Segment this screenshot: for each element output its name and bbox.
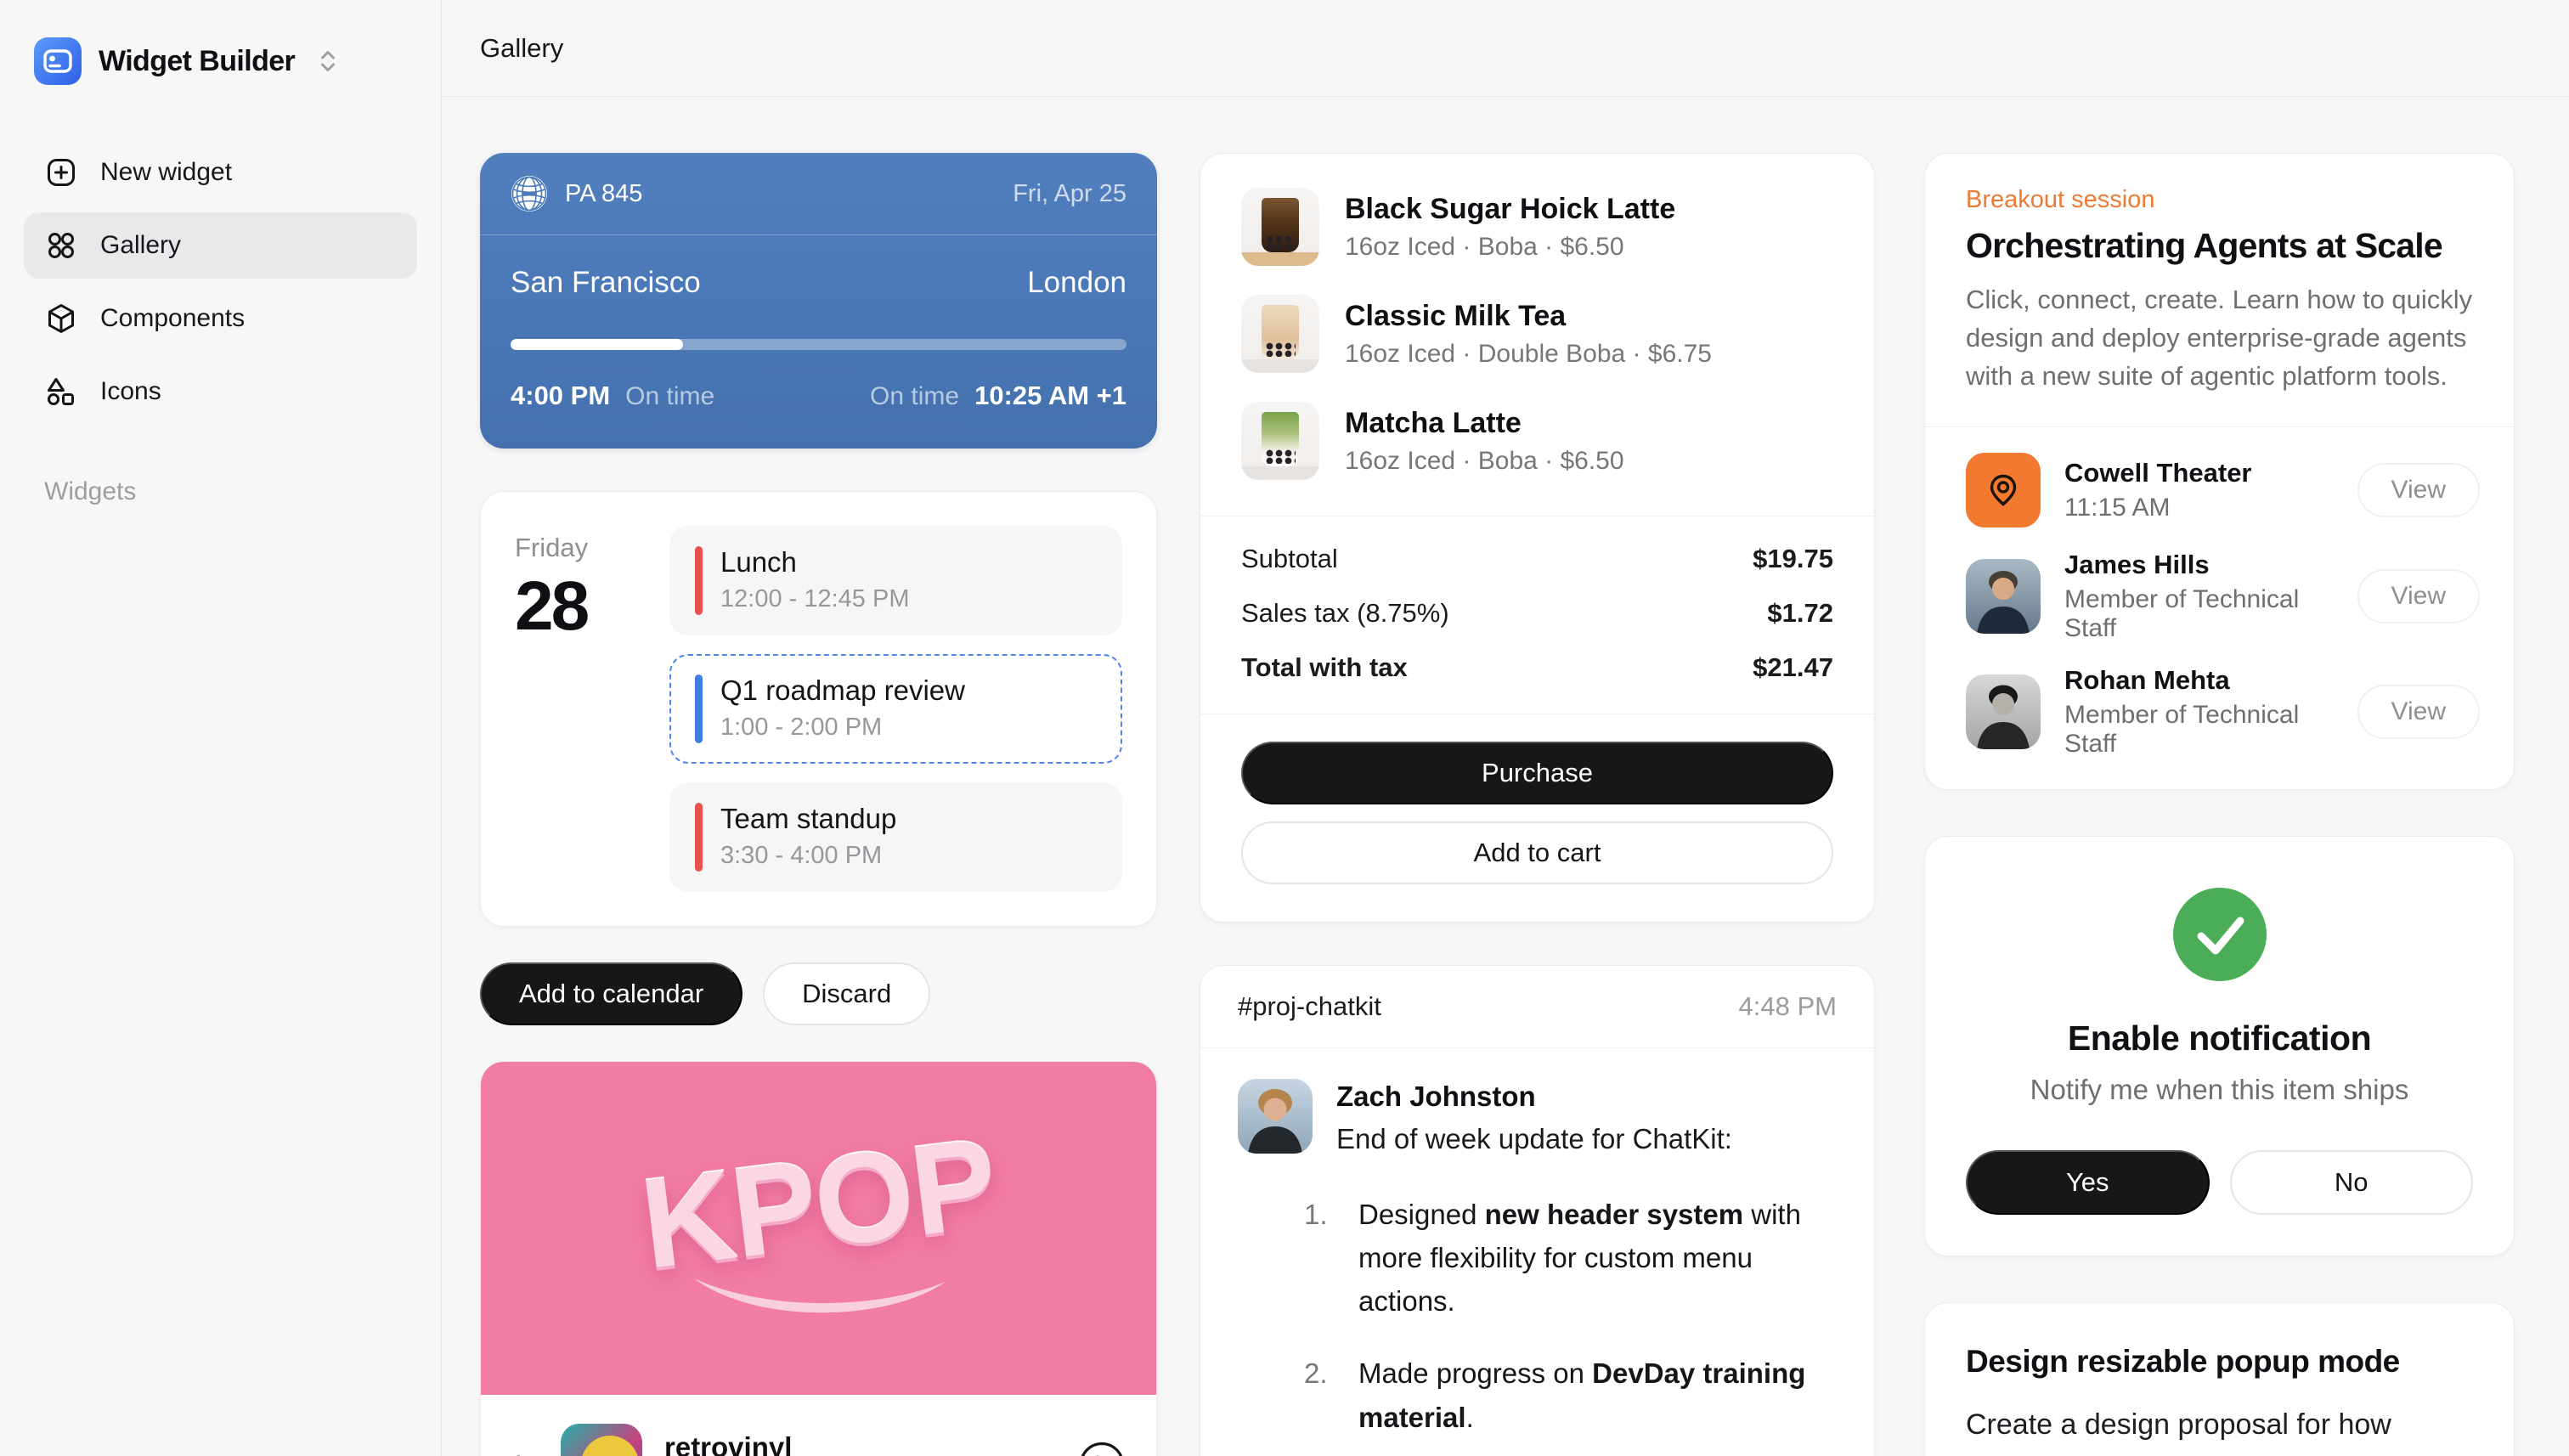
session-widget: Breakout session Orchestrating Agents at… xyxy=(1924,153,2515,790)
sidebar: Widget Builder New widget xyxy=(0,0,442,1456)
avatar xyxy=(1966,674,2041,749)
session-tag: Breakout session xyxy=(1966,186,2473,214)
event-color-bar xyxy=(695,674,703,743)
app-switcher[interactable]: Widget Builder xyxy=(24,31,417,92)
calendar-day-name: Friday xyxy=(515,533,647,563)
app-title: Widget Builder xyxy=(99,45,295,78)
channel-name: #proj-chatkit xyxy=(1238,991,1381,1022)
avatar xyxy=(1238,1079,1313,1154)
sidebar-item-components[interactable]: Components xyxy=(24,285,417,352)
origin-city: San Francisco xyxy=(511,266,701,300)
no-button[interactable]: No xyxy=(2230,1150,2474,1215)
calendar-day-number: 28 xyxy=(515,567,647,646)
playlist-widget: KPOP 1 retrovinyl Erik Mclean xyxy=(480,1061,1157,1456)
chevron-up-down-icon[interactable] xyxy=(319,48,337,74)
cube-icon xyxy=(44,302,78,336)
departure-status: On time xyxy=(625,382,714,411)
sidebar-item-label: Gallery xyxy=(100,231,181,260)
plus-square-icon xyxy=(44,155,78,189)
flight-progress-bar xyxy=(511,339,1126,350)
flight-date: Fri, Apr 25 xyxy=(1013,180,1126,208)
check-icon xyxy=(2173,888,2267,981)
task-widget: Design resizable popup mode Create a des… xyxy=(1924,1302,2515,1456)
sidebar-item-gallery[interactable]: Gallery xyxy=(24,212,417,279)
track-row: 1 retrovinyl Erik Mclean xyxy=(511,1408,1126,1456)
add-to-calendar-button[interactable]: Add to calendar xyxy=(480,962,742,1025)
sidebar-item-new-widget[interactable]: New widget xyxy=(24,139,417,206)
playlist-cover-title: KPOP xyxy=(634,1109,1003,1298)
arrival-status: On time xyxy=(870,382,959,411)
track-artwork xyxy=(561,1424,642,1456)
view-button[interactable]: View xyxy=(2357,685,2480,739)
view-button[interactable]: View xyxy=(2357,463,2480,517)
sidebar-item-label: New widget xyxy=(100,158,232,187)
notification-widget: Enable notification Notify me when this … xyxy=(1924,836,2515,1256)
flight-widget: PA 845 Fri, Apr 25 San Francisco London … xyxy=(480,153,1157,449)
message-timestamp: 4:48 PM xyxy=(1739,991,1837,1022)
sales-tax-row: Sales tax (8.75%) $1.72 xyxy=(1241,598,1833,629)
task-title: Design resizable popup mode xyxy=(1966,1344,2473,1380)
drink-photo xyxy=(1241,188,1319,266)
avatar xyxy=(1966,559,2041,634)
order-item: Black Sugar Hoick Latte 16oz Iced · Boba… xyxy=(1241,188,1833,266)
gallery-content: PA 845 Fri, Apr 25 San Francisco London … xyxy=(443,97,2569,1456)
task-body: Create a design proposal for how ChatKit… xyxy=(1966,1402,2473,1456)
drink-photo xyxy=(1241,295,1319,373)
flight-number: PA 845 xyxy=(565,180,642,208)
page-title: Gallery xyxy=(480,33,563,64)
main-area: Gallery xyxy=(443,0,2569,1456)
sidebar-nav: New widget Gallery Components xyxy=(24,139,417,425)
calendar-widget: Friday 28 Lunch 12:00 - 12:45 PM Q1 road… xyxy=(480,491,1157,927)
view-button[interactable]: View xyxy=(2357,569,2480,624)
page-header: Gallery xyxy=(443,0,2569,97)
session-title: Orchestrating Agents at Scale xyxy=(1966,226,2473,266)
sidebar-item-label: Icons xyxy=(100,377,161,406)
author-name: Zach Johnston xyxy=(1336,1079,1732,1113)
arrival-time: 10:25 AM +1 xyxy=(974,381,1126,411)
event-color-bar xyxy=(695,803,703,872)
session-description: Click, connect, create. Learn how to qui… xyxy=(1966,281,2473,396)
order-item: Matcha Latte 16oz Iced · Boba · $6.50 xyxy=(1241,402,1833,480)
purchase-button[interactable]: Purchase xyxy=(1241,742,1833,804)
notification-subtitle: Notify me when this item ships xyxy=(1966,1074,2473,1106)
grid-icon xyxy=(44,229,78,262)
speaker-row: James Hills Member of Technical Staff Vi… xyxy=(1966,550,2480,643)
notification-title: Enable notification xyxy=(1966,1019,2473,1058)
calendar-event-lunch[interactable]: Lunch 12:00 - 12:45 PM xyxy=(669,526,1122,635)
order-widget: Black Sugar Hoick Latte 16oz Iced · Boba… xyxy=(1200,153,1875,923)
yes-button[interactable]: Yes xyxy=(1966,1150,2210,1215)
location-row: Cowell Theater 11:15 AM View xyxy=(1966,453,2480,528)
order-item: Classic Milk Tea 16oz Iced · Double Boba… xyxy=(1241,295,1833,373)
speaker-row: Rohan Mehta Member of Technical Staff Vi… xyxy=(1966,665,2480,759)
location-pin-icon xyxy=(1966,453,2041,528)
subtotal-row: Subtotal $19.75 xyxy=(1241,544,1833,574)
calendar-event-q1-roadmap-review[interactable]: Q1 roadmap review 1:00 - 2:00 PM xyxy=(669,654,1122,764)
chat-widget: #proj-chatkit 4:48 PM xyxy=(1200,965,1875,1456)
list-item: 1. Designed new header system with more … xyxy=(1304,1193,1837,1323)
widgets-section-label: Widgets xyxy=(24,477,417,506)
playlist-cover: KPOP xyxy=(481,1062,1156,1395)
sidebar-item-label: Components xyxy=(100,304,245,333)
flight-progress-fill xyxy=(511,339,683,350)
add-to-cart-button[interactable]: Add to cart xyxy=(1241,821,1833,884)
shapes-icon xyxy=(44,375,78,409)
calendar-event-team-standup[interactable]: Team standup 3:30 - 4:00 PM xyxy=(669,782,1122,892)
airline-globe-icon xyxy=(511,175,548,212)
discard-button[interactable]: Discard xyxy=(763,962,930,1025)
list-item: 2. Made progress on DevDay training mate… xyxy=(1304,1352,1837,1438)
event-color-bar xyxy=(695,546,703,615)
play-icon[interactable] xyxy=(1078,1441,1126,1456)
widget-builder-logo-icon xyxy=(34,37,82,85)
sidebar-item-icons[interactable]: Icons xyxy=(24,358,417,425)
message-text: End of week update for ChatKit: xyxy=(1336,1123,1732,1155)
destination-city: London xyxy=(1027,266,1126,300)
drink-photo xyxy=(1241,402,1319,480)
total-row: Total with tax $21.47 xyxy=(1241,652,1833,683)
departure-time: 4:00 PM xyxy=(511,381,610,411)
